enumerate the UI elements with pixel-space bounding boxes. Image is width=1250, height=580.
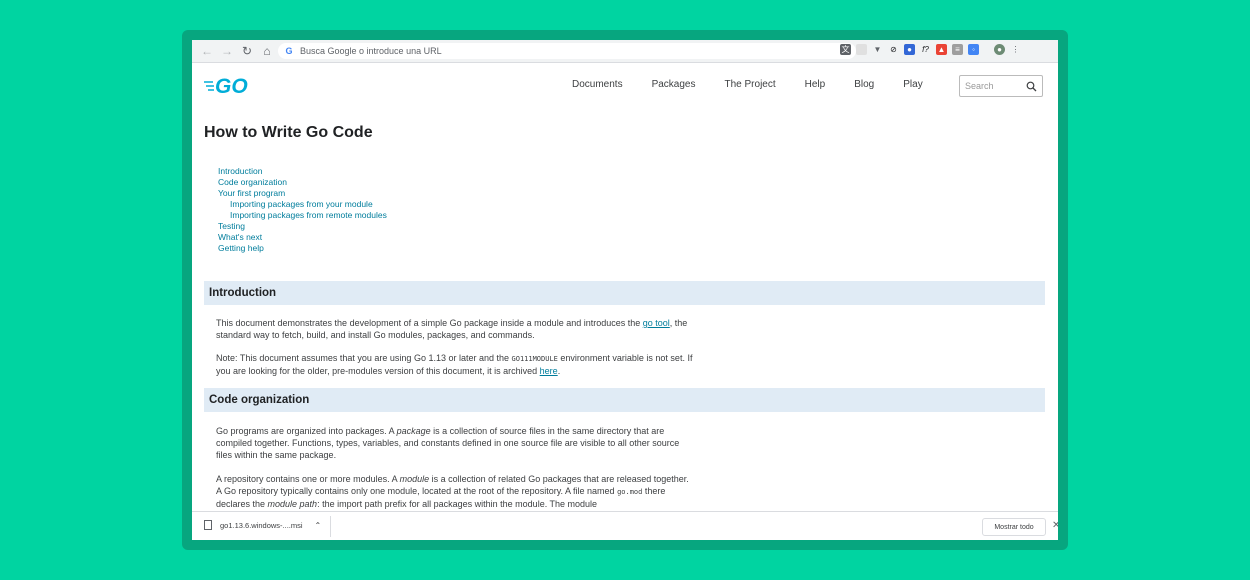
section-heading-text: Code organization — [209, 394, 310, 406]
extension-icons: 文 ▼ ⊘ ● f? ▲ ≡ ◦ ● ⋮ — [840, 44, 1021, 55]
table-of-contents: Introduction Code organization Your firs… — [218, 166, 1045, 254]
filter-extension-icon[interactable]: ▼ — [872, 44, 883, 55]
forward-arrow-icon[interactable]: → — [218, 42, 236, 60]
browser-toolbar: ← → ↻ ⌂ G Busca Google o introduce una U… — [192, 40, 1058, 63]
blank-extension-icon[interactable] — [856, 44, 867, 55]
emphasis-package: package — [396, 426, 431, 436]
show-all-button[interactable]: Mostrar todo — [982, 518, 1046, 536]
doc-extension-icon[interactable]: ≡ — [952, 44, 963, 55]
blue-extension-icon[interactable]: ● — [904, 44, 915, 55]
main-content: How to Write Go Code Introduction Code o… — [204, 124, 1045, 510]
nav-the-project[interactable]: The Project — [725, 79, 776, 90]
nav-play[interactable]: Play — [903, 79, 922, 90]
nav-help[interactable]: Help — [805, 79, 826, 90]
env-var-code: GO111MODULE — [511, 355, 558, 363]
toc-item-importing-local[interactable]: Importing packages from your module — [218, 199, 1045, 210]
google-icon: G — [285, 46, 293, 56]
nav-blog[interactable]: Blog — [854, 79, 874, 90]
intro-paragraph-2: Note: This document assumes that you are… — [216, 352, 694, 377]
profile-avatar-icon[interactable]: ● — [994, 44, 1005, 55]
close-icon[interactable]: ✕ — [1052, 520, 1058, 531]
toc-item-importing-remote[interactable]: Importing packages from remote modules — [218, 210, 1045, 221]
toc-item-code-organization[interactable]: Code organization — [218, 177, 1045, 188]
nav-packages[interactable]: Packages — [652, 79, 696, 90]
download-bar: go1.13.6.windows-....msi ⌃ Mostrar todo … — [192, 511, 1058, 540]
home-icon[interactable]: ⌂ — [258, 42, 276, 60]
address-bar[interactable]: G Busca Google o introduce una URL — [278, 43, 856, 59]
globe-extension-icon[interactable]: ◦ — [968, 44, 979, 55]
download-item[interactable]: go1.13.6.windows-....msi ⌃ — [204, 520, 321, 530]
site-header: GO Documents Packages The Project Help B… — [192, 62, 1058, 112]
logo-text: GO — [215, 75, 248, 96]
emphasis-module-path: module path — [267, 499, 318, 509]
toc-item-introduction[interactable]: Introduction — [218, 166, 1045, 177]
text-run: . — [557, 366, 561, 376]
chevron-up-icon[interactable]: ⌃ — [315, 521, 322, 530]
text-run: A repository contains one or more module… — [216, 474, 400, 484]
divider — [330, 516, 331, 537]
address-placeholder: Busca Google o introduce una URL — [300, 46, 442, 56]
text-run: Go programs are organized into packages.… — [216, 426, 397, 436]
toc-item-testing[interactable]: Testing — [218, 221, 1045, 232]
section-heading-code-organization: Code organization — [204, 388, 1045, 412]
translate-icon[interactable]: 文 — [840, 44, 851, 55]
text-run: This document demonstrates the developme… — [216, 318, 643, 328]
section-heading-text: Introduction — [209, 287, 277, 299]
back-arrow-icon[interactable]: ← — [198, 42, 216, 60]
code-org-paragraph-1: Go programs are organized into packages.… — [216, 425, 694, 461]
code-org-paragraph-2: A repository contains one or more module… — [216, 473, 694, 510]
toc-item-whats-next[interactable]: What's next — [218, 232, 1045, 243]
go-tool-link[interactable]: go tool — [643, 318, 670, 328]
text-run: : the import path prefix for all package… — [317, 499, 598, 509]
font-extension-icon[interactable]: f? — [920, 44, 931, 55]
blocked-extension-icon[interactable]: ⊘ — [888, 44, 899, 55]
reload-icon[interactable]: ↻ — [238, 42, 256, 60]
search-input[interactable]: Search — [959, 75, 1043, 97]
emphasis-module: module — [399, 474, 430, 484]
text-run: Note: This document assumes that you are… — [216, 353, 512, 363]
download-file-name: go1.13.6.windows-....msi — [220, 520, 303, 530]
go-mod-code: go.mod — [617, 488, 643, 496]
section-heading-introduction: Introduction — [204, 281, 1045, 305]
menu-kebab-icon[interactable]: ⋮ — [1010, 44, 1021, 55]
go-logo[interactable]: GO — [204, 74, 256, 96]
search-icon[interactable] — [1026, 81, 1037, 92]
browser-window: ← → ↻ ⌂ G Busca Google o introduce una U… — [192, 40, 1058, 540]
page-title: How to Write Go Code — [204, 124, 373, 141]
toc-item-getting-help[interactable]: Getting help — [218, 243, 1045, 254]
intro-paragraph-1: This document demonstrates the developme… — [216, 317, 694, 341]
red-extension-icon[interactable]: ▲ — [936, 44, 947, 55]
nav-documents[interactable]: Documents — [572, 79, 623, 90]
search-placeholder: Search — [965, 81, 994, 91]
top-navigation: Documents Packages The Project Help Blog… — [572, 79, 952, 90]
toc-item-your-first-program[interactable]: Your first program — [218, 188, 1045, 199]
file-icon — [204, 520, 212, 530]
archived-here-link[interactable]: here — [540, 366, 558, 376]
